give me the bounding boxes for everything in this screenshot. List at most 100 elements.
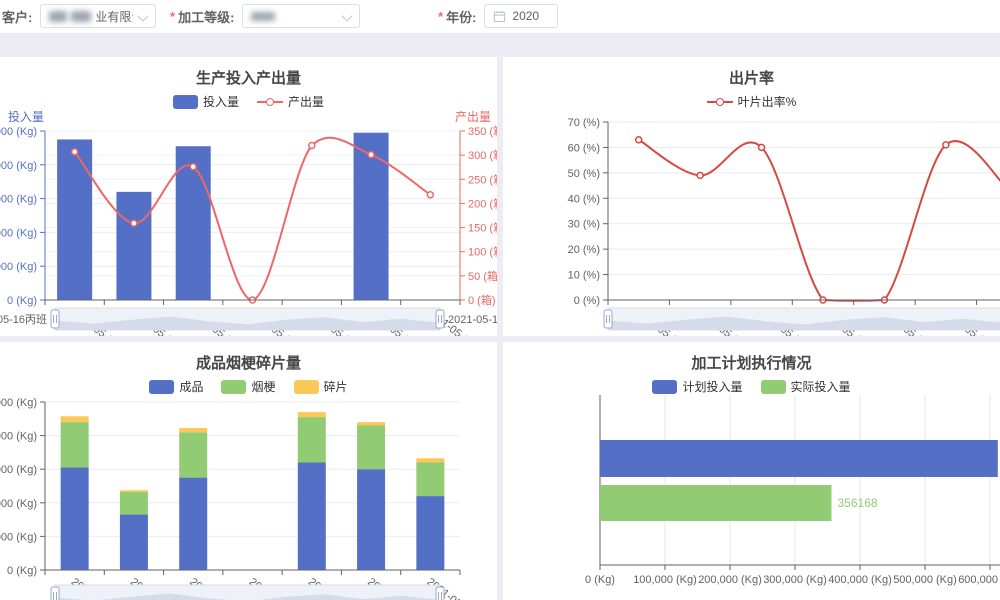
bar-成品	[61, 468, 89, 570]
datazoom-handle[interactable]	[436, 587, 444, 600]
datazoom-handle[interactable]	[51, 310, 59, 328]
y-axis-tick-label: 40,000 (Kg)	[0, 498, 37, 510]
y-axis-tick-label: 60,000 (Kg)	[0, 464, 37, 476]
y-axis-tick-label: 50 (箱)	[468, 269, 497, 283]
y-axis-tick-label: 0 (箱)	[468, 293, 496, 307]
legend-item-投入量[interactable]: 投入量	[173, 93, 239, 110]
y-axis-tick-label: 40 (%)	[568, 193, 600, 205]
bar-投入量	[116, 192, 151, 300]
data-point	[131, 220, 137, 226]
chart-title: 生产投入产出量	[0, 67, 497, 88]
customer-select[interactable]: 业有限责任公	[40, 4, 156, 28]
y-axis-tick-label: 40,000 (Kg)	[0, 227, 37, 239]
legend-label: 投入量	[203, 93, 239, 110]
bar-legend-icon	[149, 380, 174, 394]
bar-成品	[357, 469, 385, 570]
chart-legend: 投入量 产出量	[0, 93, 497, 110]
calendar-icon	[493, 10, 506, 23]
year-value: 2020	[512, 9, 539, 23]
year-input[interactable]: 2020	[484, 4, 558, 28]
line-叶片出率%	[639, 140, 1000, 301]
bar-成品	[298, 462, 326, 570]
bar-计划投入量	[600, 440, 998, 477]
bar-成品	[179, 478, 207, 570]
legend-item-成品[interactable]: 成品	[149, 378, 203, 395]
legend-item-叶片出率%[interactable]: 叶片出率%	[707, 93, 797, 110]
x-axis-tick-label: 600,000 (Kg)	[958, 574, 1000, 586]
bar-投入量	[57, 139, 92, 300]
redacted-text	[49, 11, 67, 22]
bar-成品	[120, 515, 148, 570]
y-axis-tick-label: 30 (%)	[568, 219, 600, 231]
bar-烟梗	[298, 417, 326, 462]
legend-label: 叶片出率%	[738, 93, 797, 110]
bar-碎片	[416, 458, 444, 462]
data-point	[943, 142, 949, 148]
data-point	[368, 152, 374, 158]
data-point	[72, 149, 78, 155]
legend-item-计划投入量[interactable]: 计划投入量	[652, 378, 742, 395]
bar-legend-icon	[221, 380, 246, 394]
bar-碎片	[357, 422, 385, 425]
y-axis-tick-label: 200 (箱)	[468, 196, 497, 210]
customer-label: 客户:	[2, 7, 32, 26]
legend-item-碎片[interactable]: 碎片	[294, 378, 348, 395]
y-axis-tick-label: 250 (箱)	[468, 172, 497, 186]
chart-slice-rate: 0 (%) 10 (%) 20 (%) 30 (%) 40 (%) 50 (%) 60 (%…	[503, 57, 1000, 336]
bar-烟梗	[120, 492, 148, 515]
line-legend-icon	[257, 96, 283, 108]
grade-label: 加工等级:	[178, 7, 234, 26]
y-axis-tick-label: 80,000 (Kg)	[0, 431, 37, 443]
legend-label: 计划投入量	[682, 378, 742, 395]
chart-legend: 叶片出率%	[503, 93, 1000, 110]
legend-item-实际投入量[interactable]: 实际投入量	[761, 378, 851, 395]
y-axis-tick-label: 100,000 (Kg)	[0, 126, 37, 138]
legend-label: 烟梗	[251, 378, 275, 395]
bar-烟梗	[416, 462, 444, 496]
y-axis-tick-label: 20 (%)	[568, 244, 600, 256]
chart-production-input-output: 0 (Kg)20,000 (Kg)40,000 (Kg)60,000 (Kg)8…	[0, 57, 497, 336]
required-star: *	[170, 9, 175, 24]
legend-label: 产出量	[288, 93, 324, 110]
datazoom-handle[interactable]	[604, 310, 612, 328]
customer-form-item: 客户: 业有限责任公	[2, 4, 156, 28]
bar-legend-icon	[652, 380, 677, 394]
year-label: 年份:	[446, 7, 476, 26]
bar-碎片	[298, 412, 326, 417]
chevron-down-icon	[138, 10, 149, 21]
y-axis-tick-label: 10 (%)	[568, 270, 600, 282]
datazoom-handle[interactable]	[436, 310, 444, 328]
x-axis-tick-label: 300,000 (Kg)	[763, 574, 827, 586]
y-axis-tick-label: 70 (%)	[568, 117, 600, 129]
datazoom-handle[interactable]	[51, 587, 59, 600]
x-axis-tick-label: 500,000 (Kg)	[893, 574, 957, 586]
chart-legend: 计划投入量 实际投入量	[503, 378, 1000, 395]
grade-select[interactable]	[242, 4, 360, 28]
bar-碎片	[179, 428, 207, 432]
bar-烟梗	[179, 432, 207, 477]
legend-item-烟梗[interactable]: 烟梗	[221, 378, 275, 395]
bar-碎片	[120, 490, 148, 492]
y-axis-tick-label: 50 (%)	[568, 168, 600, 180]
x-axis-tick-label: 0 (Kg)	[585, 574, 615, 586]
y-axis-tick-label: 100,000 (Kg)	[0, 397, 37, 409]
legend-label: 实际投入量	[791, 378, 851, 395]
legend-label: 成品	[179, 378, 203, 395]
chart-product-stem-fragment: 0 (Kg)20,000 (Kg)40,000 (Kg)60,000 (Kg)8…	[0, 342, 497, 600]
bar-碎片	[61, 416, 89, 422]
datazoom-right-label: 2021-05-18乙班	[448, 313, 497, 326]
data-point	[759, 144, 765, 150]
y-axis-tick-label: 100 (箱)	[468, 245, 497, 259]
customer-select-value: 业有限责任公	[95, 8, 133, 25]
filter-bar: 客户: 业有限责任公 * 加工等级: * 年份: 2020	[0, 0, 1000, 33]
bar-legend-icon	[761, 380, 786, 394]
y-axis-tick-label: 0 (%)	[574, 295, 600, 307]
y-axis-tick-label: 60 (%)	[568, 142, 600, 154]
legend-label: 碎片	[324, 378, 348, 395]
y-axis-tick-label: 20,000 (Kg)	[0, 261, 37, 273]
bar-烟梗	[357, 426, 385, 470]
bar-value-label: 356168	[838, 496, 878, 510]
grade-form-item: * 加工等级:	[170, 4, 360, 28]
chart-plan-execution: 0 (Kg)100,000 (Kg)200,000 (Kg)300,000 (K…	[503, 342, 1000, 600]
legend-item-产出量[interactable]: 产出量	[257, 93, 324, 110]
